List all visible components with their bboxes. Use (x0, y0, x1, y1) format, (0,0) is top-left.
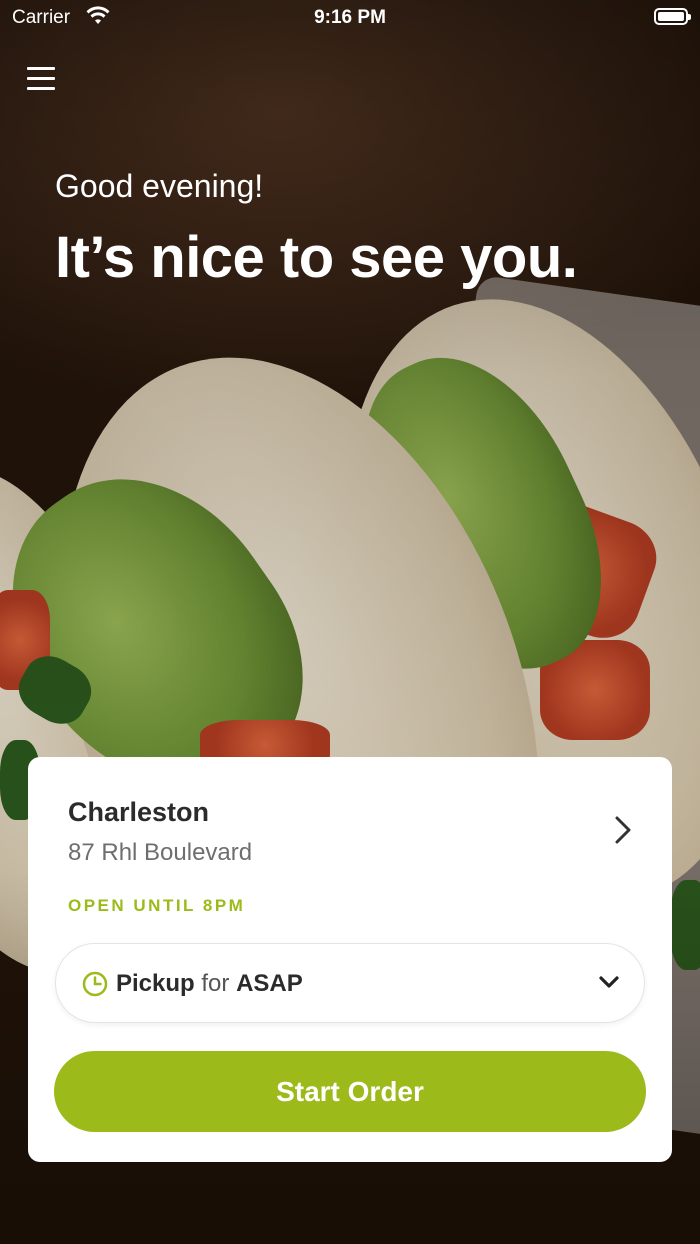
clock-icon (82, 971, 108, 1002)
location-name[interactable]: Charleston (68, 797, 209, 828)
hours-status: OPEN UNTIL 8PM (68, 896, 246, 915)
order-mode-time: ASAP (236, 970, 303, 997)
order-mode-label: Pickup for ASAP (116, 970, 303, 998)
location-address[interactable]: 87 Rhl Boulevard (68, 839, 252, 867)
greeting-text: Good evening! (55, 168, 264, 204)
order-mode-connector: for (201, 970, 230, 997)
battery-icon (654, 8, 691, 25)
chevron-down-icon (598, 974, 620, 995)
location-card: Charleston 87 Rhl Boulevard OPEN UNTIL 8… (28, 757, 672, 1162)
status-bar: Carrier 9:16 PM (0, 0, 700, 36)
clock-time: 9:16 PM (314, 7, 386, 28)
order-mode-selector[interactable]: Pickup for ASAP (55, 943, 645, 1023)
hamburger-icon[interactable] (27, 67, 55, 91)
order-mode-type: Pickup (116, 970, 195, 997)
headline-text: It’s nice to see you. (55, 225, 578, 290)
start-order-button[interactable]: Start Order (54, 1051, 646, 1132)
chevron-right-icon[interactable] (608, 815, 638, 845)
